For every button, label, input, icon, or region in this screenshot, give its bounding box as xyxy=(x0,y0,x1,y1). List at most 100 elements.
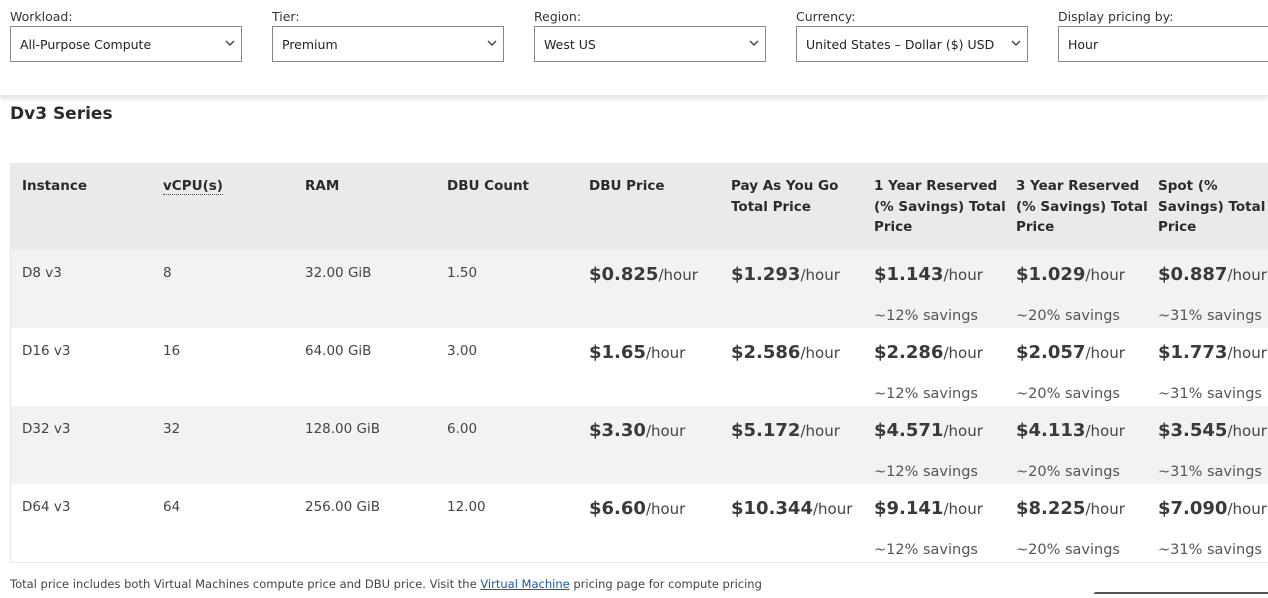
header-dbu-price: DBU Price xyxy=(589,178,665,194)
price-unit: /hour xyxy=(645,422,686,440)
tier-filter: Tier: Premium xyxy=(272,8,504,62)
workload-filter: Workload: All-Purpose Compute xyxy=(10,8,242,62)
currency-select[interactable]: United States – Dollar ($) USD xyxy=(796,26,1028,62)
price-unit: /hour xyxy=(1085,422,1125,440)
display-pricing-value: Hour xyxy=(1068,37,1099,52)
price-unit: /hour xyxy=(1085,266,1125,284)
price-unit: /hour xyxy=(943,266,983,284)
display-pricing-select[interactable]: Hour xyxy=(1058,26,1268,62)
price-amount: $1.773 xyxy=(1158,342,1228,363)
savings-text: ~31% savings xyxy=(1158,464,1262,480)
header-dbu-count: DBU Count xyxy=(447,178,530,194)
spot-price: $1.773/hour ~31% savings xyxy=(1158,342,1267,402)
region-select[interactable]: West US xyxy=(534,26,766,62)
price-amount: $7.090 xyxy=(1158,498,1228,519)
price-amount: $4.571 xyxy=(874,420,944,441)
header-instance: Instance xyxy=(22,178,88,194)
savings-text: ~20% savings xyxy=(1016,386,1120,402)
price-amount: $8.225 xyxy=(1016,498,1086,519)
price-unit: /hour xyxy=(943,344,983,362)
price-amount: $1.65 xyxy=(589,342,646,363)
display-pricing-filter: Display pricing by: Hour xyxy=(1058,8,1268,62)
dbu-count-value: 12.00 xyxy=(447,499,486,515)
ram-value: 256.00 GiB xyxy=(305,499,381,515)
header-vcpu[interactable]: vCPU(s) xyxy=(163,176,298,197)
spot-price: $3.545/hour ~31% savings xyxy=(1158,420,1267,480)
price-unit: /hour xyxy=(645,500,686,518)
1yr-price: $9.141/hour ~12% savings xyxy=(874,498,983,558)
price-unit: /hour xyxy=(1227,500,1267,518)
region-value: West US xyxy=(544,37,596,52)
display-pricing-label: Display pricing by: xyxy=(1058,9,1174,24)
instance-name: D64 v3 xyxy=(22,499,71,515)
dbu-count-value: 1.50 xyxy=(447,265,478,281)
chevron-down-icon xyxy=(487,40,497,46)
workload-select[interactable]: All-Purpose Compute xyxy=(10,26,242,62)
instance-name: D32 v3 xyxy=(22,421,71,437)
region-label: Region: xyxy=(534,9,582,24)
currency-filter: Currency: United States – Dollar ($) USD xyxy=(796,8,1028,62)
workload-value: All-Purpose Compute xyxy=(20,37,152,52)
payg-price: $5.172/hour xyxy=(731,420,840,441)
price-unit: /hour xyxy=(800,344,840,362)
vcpu-value: 8 xyxy=(163,265,172,281)
dbu-price: $0.825/hour xyxy=(589,264,698,285)
footnote-text-after: pricing page for compute pricing xyxy=(569,577,762,591)
horizontal-scrollbar[interactable] xyxy=(1094,592,1268,598)
savings-text: ~20% savings xyxy=(1016,464,1120,480)
price-amount: $5.172 xyxy=(731,420,801,441)
savings-text: ~31% savings xyxy=(1158,542,1262,558)
price-amount: $9.141 xyxy=(874,498,944,519)
1yr-price: $2.286/hour ~12% savings xyxy=(874,342,983,402)
savings-text: ~20% savings xyxy=(1016,308,1120,324)
tier-value: Premium xyxy=(282,37,338,52)
payg-price: $10.344/hour xyxy=(731,498,852,519)
price-amount: $1.029 xyxy=(1016,264,1086,285)
header-vcpu-abbr: vCPU(s) xyxy=(163,178,223,195)
3yr-price: $2.057/hour ~20% savings xyxy=(1016,342,1125,402)
price-unit: /hour xyxy=(812,500,853,518)
price-amount: $2.286 xyxy=(874,342,944,363)
price-amount: $0.887 xyxy=(1158,264,1228,285)
ram-value: 32.00 GiB xyxy=(305,265,372,281)
table-row: D16 v3 16 64.00 GiB 3.00 $1.65/hour $2.5… xyxy=(11,328,1268,406)
footnote-text-before: Total price includes both Virtual Machin… xyxy=(10,577,481,591)
vcpu-value: 32 xyxy=(163,421,181,437)
region-filter: Region: West US xyxy=(534,8,766,62)
pricing-footnote: Total price includes both Virtual Machin… xyxy=(10,577,762,591)
price-unit: /hour xyxy=(800,422,840,440)
price-unit: /hour xyxy=(645,344,686,362)
price-amount: $2.586 xyxy=(731,342,801,363)
virtual-machine-link[interactable]: Virtual Machine xyxy=(480,577,569,591)
currency-value: United States – Dollar ($) USD xyxy=(806,37,995,52)
payg-price: $1.293/hour xyxy=(731,264,840,285)
dbu-count-value: 3.00 xyxy=(447,343,478,359)
vcpu-value: 16 xyxy=(163,343,181,359)
table-row: D32 v3 32 128.00 GiB 6.00 $3.30/hour $5.… xyxy=(11,406,1268,484)
ram-value: 64.00 GiB xyxy=(305,343,372,359)
dbu-price: $3.30/hour xyxy=(589,420,685,441)
savings-text: ~12% savings xyxy=(874,386,978,402)
price-amount: $2.057 xyxy=(1016,342,1086,363)
3yr-price: $1.029/hour ~20% savings xyxy=(1016,264,1125,324)
price-unit: /hour xyxy=(943,422,983,440)
table-row: D8 v3 8 32.00 GiB 1.50 $0.825/hour $1.29… xyxy=(11,250,1268,328)
chevron-down-icon xyxy=(225,40,235,46)
dbu-price: $1.65/hour xyxy=(589,342,685,363)
price-amount: $6.60 xyxy=(589,498,646,519)
3yr-price: $8.225/hour ~20% savings xyxy=(1016,498,1125,558)
3yr-price: $4.113/hour ~20% savings xyxy=(1016,420,1125,480)
header-3yr-reserved: 3 Year Reserved (% Savings) Total Price xyxy=(1016,178,1148,235)
ram-value: 128.00 GiB xyxy=(305,421,381,437)
tier-select[interactable]: Premium xyxy=(272,26,504,62)
spot-price: $0.887/hour ~31% savings xyxy=(1158,264,1267,324)
dbu-count-value: 6.00 xyxy=(447,421,478,437)
header-ram: RAM xyxy=(305,178,340,194)
table-header-row: Instance vCPU(s) RAM DBU Count DBU Price… xyxy=(11,163,1268,250)
instance-name: D8 v3 xyxy=(22,265,62,281)
instance-name: D16 v3 xyxy=(22,343,71,359)
price-unit: /hour xyxy=(1085,500,1125,518)
price-unit: /hour xyxy=(658,266,698,284)
dbu-price: $6.60/hour xyxy=(589,498,685,519)
price-unit: /hour xyxy=(943,500,983,518)
